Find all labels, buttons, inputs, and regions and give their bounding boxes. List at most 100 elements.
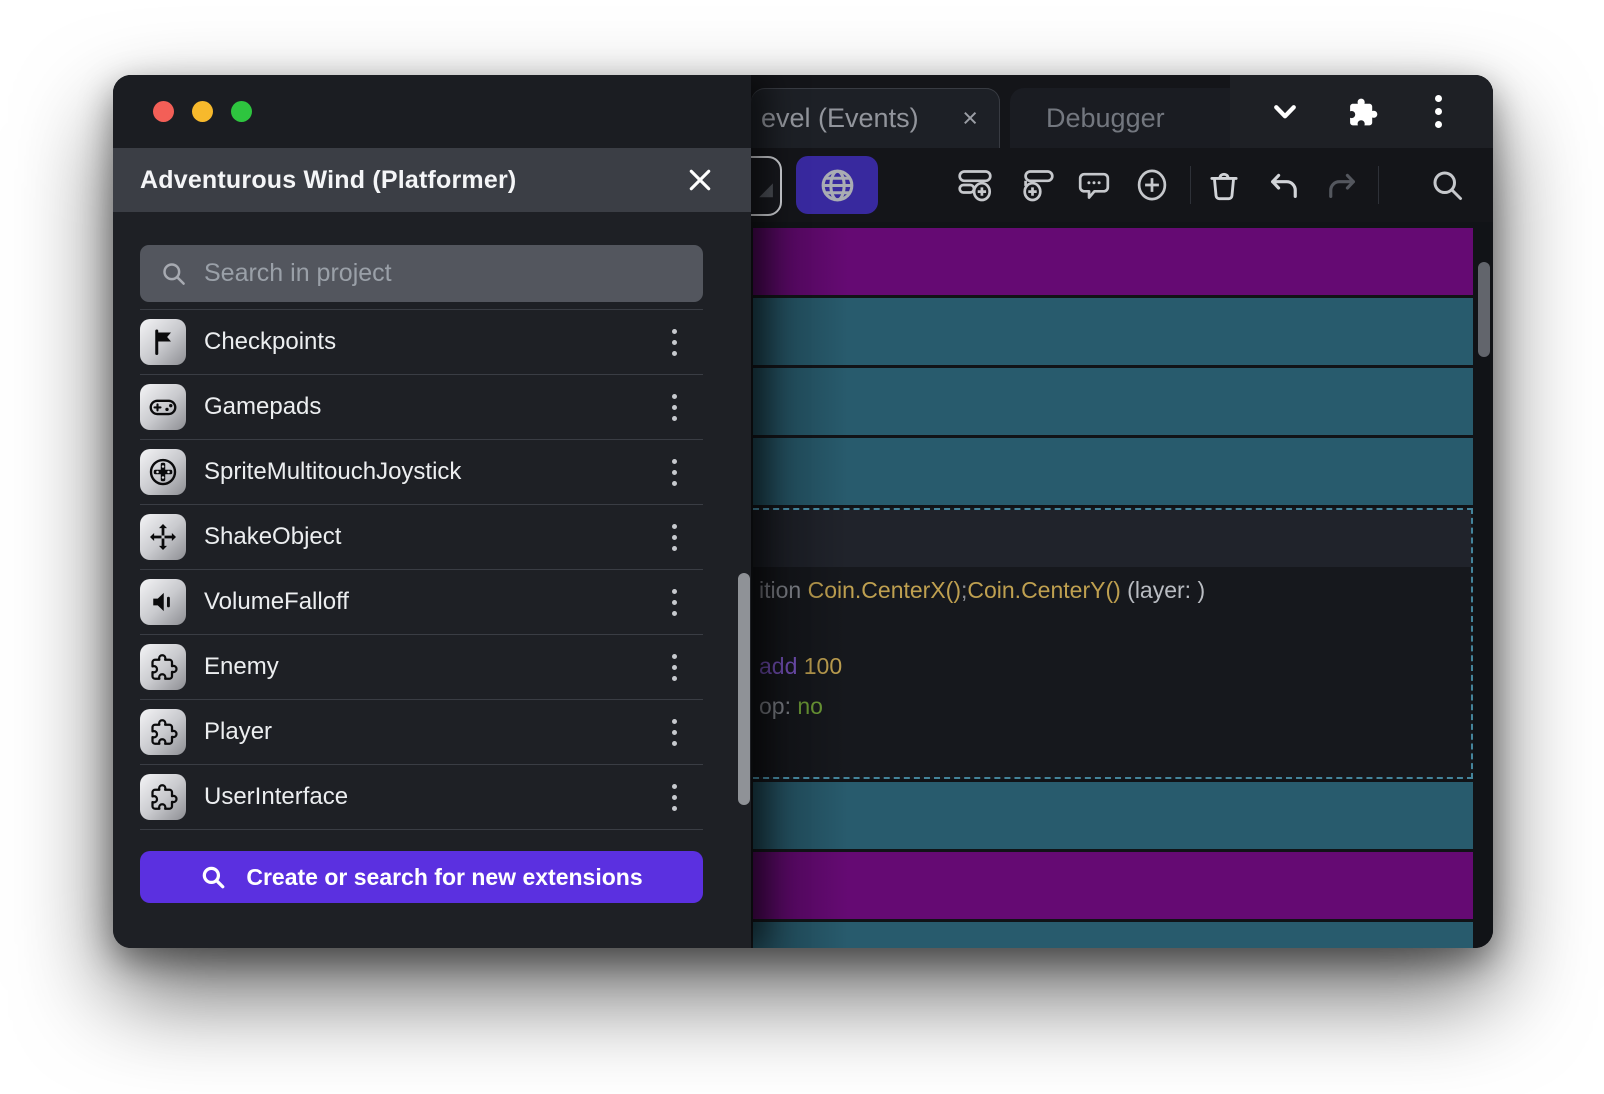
drawer-scrollbar-thumb[interactable] [738, 573, 750, 805]
add-other-event-button[interactable] [1132, 165, 1172, 205]
scene-variables-globe-button[interactable] [796, 156, 878, 214]
add-event-icon [957, 167, 993, 203]
extension-list-item[interactable]: Checkpoints [140, 310, 703, 375]
add-comment-button[interactable] [1074, 165, 1114, 205]
tab-debugger[interactable]: Debugger × [1010, 88, 1261, 148]
extension-options-kebab-button[interactable] [659, 580, 689, 624]
project-manager-drawer: Adventurous Wind (Platformer) Search in … [113, 75, 751, 948]
event-selected[interactable]: ition Coin.CenterX();Coin.CenterY() (lay… [753, 508, 1473, 779]
tab-label: Debugger [1046, 103, 1165, 134]
extension-options-kebab-button[interactable] [659, 710, 689, 754]
globe-icon [819, 167, 856, 204]
extension-list-item[interactable]: UserInterface [140, 765, 703, 830]
tab-label: evel (Events) [761, 103, 919, 134]
project-title: Adventurous Wind (Platformer) [140, 166, 516, 195]
extension-label: Checkpoints [204, 328, 336, 356]
main-menu-button[interactable] [1416, 90, 1460, 134]
toolbar-separator [1378, 166, 1379, 204]
undo-icon [1266, 167, 1302, 203]
extension-list-item[interactable]: SpriteMultitouchJoystick [140, 440, 703, 505]
extension-label: UserInterface [204, 783, 348, 811]
search-icon [200, 864, 226, 890]
extension-list-item[interactable]: Enemy [140, 635, 703, 700]
event-code-line: op: no [759, 691, 1471, 721]
add-subevent-icon [1019, 167, 1055, 203]
event-actions-area[interactable]: ition Coin.CenterX();Coin.CenterY() (lay… [753, 567, 1471, 777]
move-arrows-icon [148, 522, 178, 552]
add-circle-icon [1134, 167, 1170, 203]
extension-list-item[interactable]: ShakeObject [140, 505, 703, 570]
search-icon [1429, 167, 1465, 203]
window-controls [1230, 75, 1493, 148]
event-row-purple[interactable] [753, 228, 1473, 295]
tab-evel-events-[interactable]: evel (Events) × [751, 88, 1000, 148]
extension-options-kebab-button[interactable] [659, 385, 689, 429]
extension-options-kebab-button[interactable] [659, 515, 689, 559]
events-toolbar: ◢ [751, 148, 1493, 222]
gdevelop-window: Adventurous Wind (Platformer) Search in … [113, 75, 1493, 948]
drawer-close-button[interactable] [683, 163, 717, 197]
event-condition-area[interactable] [753, 510, 1471, 567]
extension-options-kebab-button[interactable] [659, 450, 689, 494]
event-code-line: ition Coin.CenterX();Coin.CenterY() (lay… [759, 575, 1471, 605]
event-row-teal[interactable] [753, 368, 1473, 435]
extension-options-kebab-button[interactable] [659, 775, 689, 819]
close-window-button[interactable] [153, 101, 174, 122]
joystick-icon [148, 457, 178, 487]
zoom-window-button[interactable] [231, 101, 252, 122]
extension-label: VolumeFalloff [204, 588, 349, 616]
screenshot-page: Adventurous Wind (Platformer) Search in … [0, 0, 1604, 1094]
kebab-vertical-icon [1435, 95, 1442, 102]
extension-options-kebab-button[interactable] [659, 320, 689, 364]
extension-list-item[interactable]: Gamepads [140, 375, 703, 440]
event-row-purple[interactable] [753, 852, 1473, 919]
puzzle-extensions-icon [1345, 95, 1379, 129]
events-scrollbar-thumb[interactable] [1478, 262, 1490, 357]
toolbar-separator [1190, 166, 1191, 204]
event-code-line: add 100 [759, 651, 1471, 681]
flag-icon [148, 327, 178, 357]
extension-label: ShakeObject [204, 523, 341, 551]
extension-label: SpriteMultitouchJoystick [204, 458, 461, 486]
event-row-teal[interactable] [753, 298, 1473, 365]
add-subevent-button[interactable] [1017, 165, 1057, 205]
dropdown-arrow-icon: ◢ [759, 179, 773, 200]
extensions-list: Checkpoints Gamepads SpriteMultitouchJoy… [140, 309, 703, 830]
tab-bar: evel (Events) × Debugger × [751, 75, 1493, 148]
event-row-teal[interactable] [753, 438, 1473, 505]
trash-icon [1206, 167, 1242, 203]
search-input[interactable]: Search in project [140, 245, 703, 302]
create-or-search-extensions-button[interactable]: Create or search for new extensions [140, 851, 703, 903]
comment-icon [1076, 167, 1112, 203]
editor-main: evel (Events) × Debugger × [751, 75, 1493, 948]
close-icon [686, 166, 714, 194]
speaker-icon [148, 587, 178, 617]
search-icon [160, 260, 187, 287]
redo-icon [1324, 167, 1360, 203]
delete-button[interactable] [1204, 165, 1244, 205]
extension-label: Player [204, 718, 272, 746]
event-row-teal[interactable] [753, 922, 1473, 948]
extension-options-kebab-button[interactable] [659, 645, 689, 689]
redo-button[interactable] [1322, 165, 1362, 205]
puzzle-icon [148, 782, 178, 812]
minimize-window-button[interactable] [192, 101, 213, 122]
extension-list-item[interactable]: Player [140, 700, 703, 765]
search-placeholder: Search in project [204, 259, 392, 288]
puzzle-icon [148, 717, 178, 747]
extension-list-item[interactable]: VolumeFalloff [140, 570, 703, 635]
extensions-puzzle-button[interactable] [1340, 90, 1384, 134]
search-events-button[interactable] [1427, 165, 1467, 205]
chevron-down-button[interactable] [1263, 90, 1307, 134]
drawer-header: Adventurous Wind (Platformer) [113, 148, 751, 212]
add-event-button[interactable] [955, 165, 995, 205]
tab-close-icon[interactable]: × [962, 103, 978, 134]
cta-label: Create or search for new extensions [246, 864, 642, 891]
event-row-teal[interactable] [753, 782, 1473, 849]
macos-titlebar [113, 75, 751, 148]
undo-button[interactable] [1264, 165, 1304, 205]
gamepad-icon [148, 392, 178, 422]
chevron-down-icon [1270, 97, 1300, 127]
extension-label: Enemy [204, 653, 279, 681]
puzzle-icon [148, 652, 178, 682]
